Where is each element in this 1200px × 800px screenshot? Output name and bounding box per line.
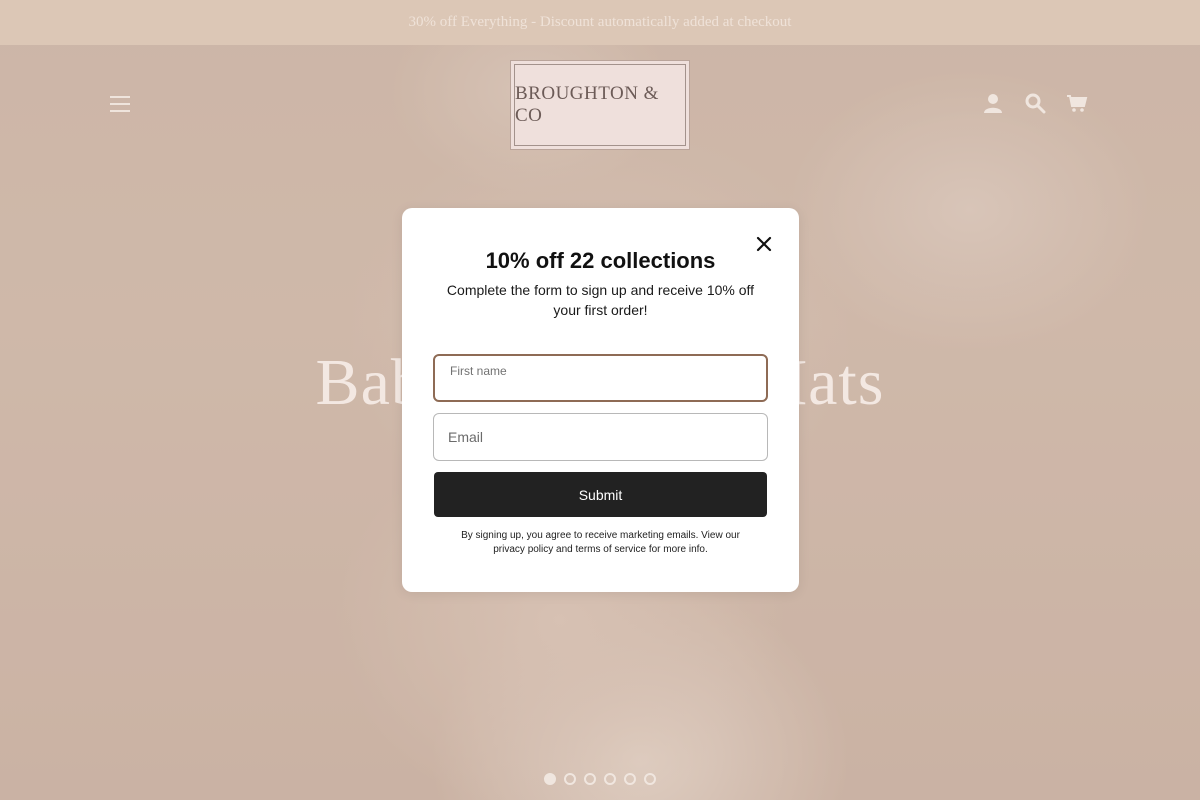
modal-title: 10% off 22 collections	[485, 248, 716, 273]
search-icon[interactable]	[1024, 92, 1046, 114]
email-input[interactable]	[448, 427, 748, 447]
logo[interactable]: BROUGHTON & CO	[510, 60, 690, 150]
slide-dot-4[interactable]	[604, 773, 616, 785]
slide-dot-3[interactable]	[584, 773, 596, 785]
email-field[interactable]	[433, 413, 768, 461]
slide-dot-6[interactable]	[644, 773, 656, 785]
signup-modal: 10% off 22 collections Complete the form…	[402, 208, 799, 592]
submit-button[interactable]: Submit	[434, 472, 767, 517]
announcement-bar: 30% off Everything - Discount automatica…	[0, 0, 1200, 45]
slide-dot-2[interactable]	[564, 773, 576, 785]
first-name-field[interactable]: First name	[433, 354, 768, 402]
slide-dot-5[interactable]	[624, 773, 636, 785]
first-name-input[interactable]	[449, 376, 749, 396]
header-actions	[982, 92, 1088, 114]
announcement-text: 30% off Everything - Discount automatica…	[408, 14, 792, 30]
disclaimer-text: By signing up, you agree to receive mark…	[461, 530, 740, 555]
slideshow-dots	[544, 773, 656, 785]
logo-text: BROUGHTON & CO	[514, 64, 686, 146]
menu-icon[interactable]	[110, 96, 130, 114]
cart-icon[interactable]	[1066, 92, 1088, 114]
modal-subtitle: Complete the form to sign up and receive…	[446, 282, 755, 318]
account-icon[interactable]	[982, 92, 1004, 114]
slide-dot-1[interactable]	[544, 773, 556, 785]
